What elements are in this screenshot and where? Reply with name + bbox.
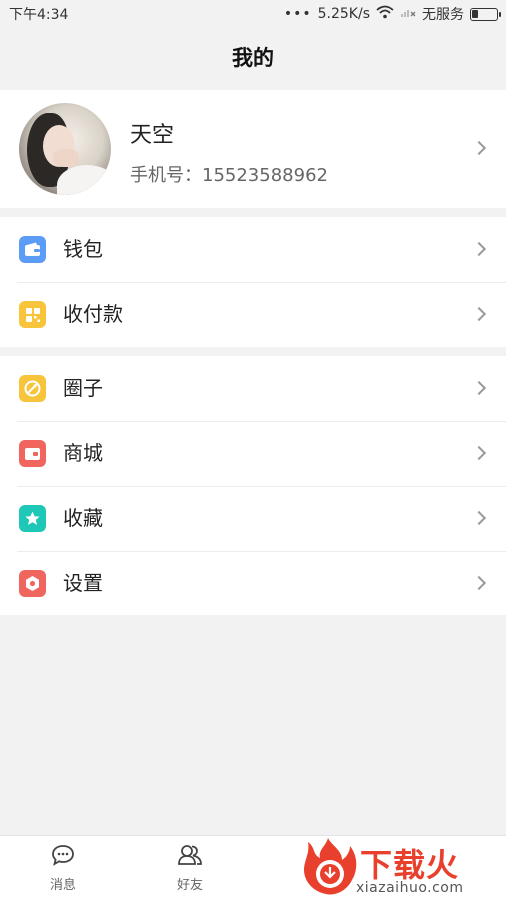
chevron-right-icon — [471, 510, 487, 526]
battery-icon — [470, 7, 501, 21]
chevron-right-icon — [471, 380, 487, 396]
network-speed: 5.25K/s — [317, 6, 370, 22]
chevron-right-icon — [471, 575, 487, 591]
menu-item-label: 圈子 — [63, 376, 103, 400]
menu-item-label: 钱包 — [63, 237, 103, 261]
nav-tab-label: 消息 — [49, 878, 76, 893]
menu-item-wallet[interactable]: 钱包 — [0, 217, 506, 282]
circle-icon — [19, 375, 46, 402]
favorite-star-icon — [19, 505, 46, 532]
menu-item-label: 设置 — [63, 571, 103, 595]
menu-item-settings[interactable]: 设置 — [0, 551, 506, 616]
notification-dots: ••• — [283, 6, 312, 22]
menu-item-label: 收付款 — [63, 302, 123, 326]
carrier-label: 无服务 — [422, 7, 464, 23]
menu-item-favorites[interactable]: 收藏 — [0, 486, 506, 551]
message-icon — [51, 845, 75, 870]
status-indicators: ••• 5.25K/s 无服务 — [283, 4, 501, 24]
menu-group-wallet: 钱包 收付款 — [0, 217, 506, 347]
nav-tab-messages[interactable]: 消息 — [28, 844, 98, 893]
menu-item-label: 商城 — [63, 441, 103, 465]
profile-card[interactable]: 天空 手机号：15523588962 — [0, 90, 506, 208]
payment-icon — [19, 301, 46, 328]
chevron-right-icon — [471, 306, 487, 322]
nav-tab-label: 好友 — [176, 878, 203, 893]
settings-icon — [19, 570, 46, 597]
profile-name: 天空 — [130, 123, 175, 148]
mall-icon — [19, 440, 46, 467]
chevron-right-icon — [471, 140, 487, 156]
nav-tab-friends[interactable]: 好友 — [155, 844, 225, 893]
friends-icon — [177, 845, 203, 870]
chevron-right-icon — [471, 445, 487, 461]
avatar[interactable] — [19, 103, 111, 195]
signal-icon — [400, 6, 416, 22]
wifi-icon — [376, 5, 394, 23]
profile-phone: 手机号：15523588962 — [130, 165, 328, 186]
watermark-logo: 下载火 xiazaihuo.com — [298, 836, 506, 900]
chevron-right-icon — [471, 241, 487, 257]
menu-item-payment[interactable]: 收付款 — [0, 282, 506, 347]
watermark-domain: xiazaihuo.com — [356, 880, 464, 896]
wallet-icon — [19, 236, 46, 263]
menu-group-services: 圈子 商城 收藏 设置 — [0, 356, 506, 615]
menu-item-circle[interactable]: 圈子 — [0, 356, 506, 421]
menu-item-label: 收藏 — [63, 506, 103, 530]
status-bar: 下午4:34 ••• 5.25K/s 无服务 — [0, 0, 506, 28]
menu-item-mall[interactable]: 商城 — [0, 421, 506, 486]
page-title: 我的 — [232, 46, 274, 70]
status-time: 下午4:34 — [9, 7, 69, 23]
